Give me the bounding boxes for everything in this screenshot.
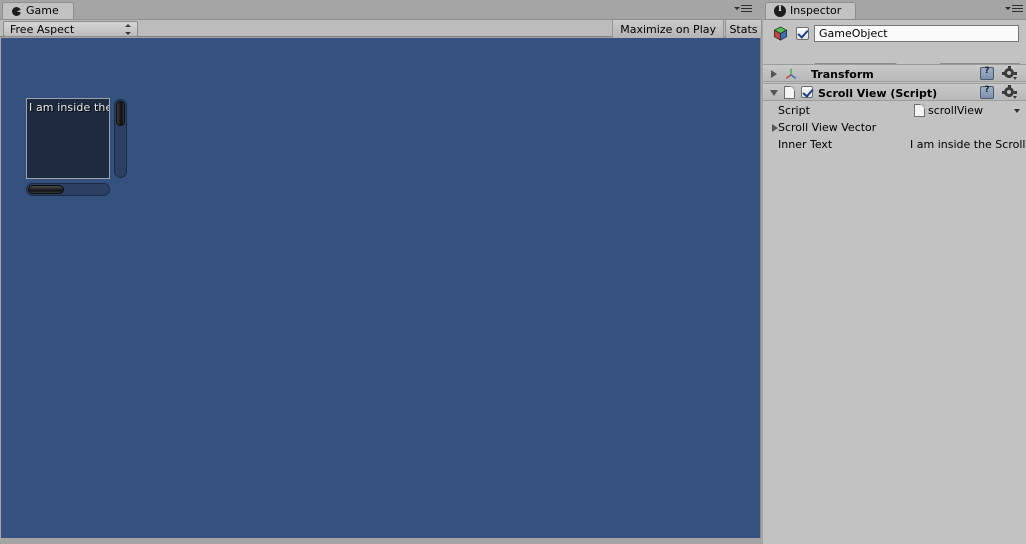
- game-icon: [11, 6, 22, 17]
- script-file-icon: [784, 86, 795, 99]
- game-toolbar: Free Aspect Maximize on Play Stats: [0, 19, 762, 38]
- script-file-icon: [914, 104, 925, 117]
- dropdown-caret-icon[interactable]: [1014, 109, 1020, 113]
- inspector-content: Tag Untagged Layer Default: [763, 19, 1026, 544]
- transform-axis-icon: [785, 68, 797, 79]
- stats-label: Stats: [729, 22, 758, 36]
- component-header-transform[interactable]: Transform: [763, 64, 1026, 82]
- gear-caret-icon: [1013, 77, 1017, 80]
- gear-caret-icon: [1013, 96, 1017, 99]
- panel-menu-caret-icon: [1005, 7, 1011, 10]
- transform-title: Transform: [811, 68, 874, 81]
- gear-icon[interactable]: [1002, 66, 1017, 80]
- tab-inspector[interactable]: Inspector: [765, 2, 857, 19]
- scroll-view-horizontal-scrollbar[interactable]: [26, 183, 110, 196]
- gear-icon[interactable]: [1002, 85, 1017, 99]
- stats-button[interactable]: Stats: [725, 20, 762, 38]
- unity-editor-window: Game Free Aspect Maximize on Play Stats: [0, 0, 1026, 544]
- gameobject-enabled-checkbox[interactable]: [796, 27, 809, 40]
- tab-game-label: Game: [26, 4, 59, 17]
- aspect-ratio-value: Free Aspect: [10, 22, 75, 36]
- gameobject-cube-icon: [773, 26, 788, 41]
- panel-menu-caret-icon: [734, 7, 740, 10]
- property-row-script[interactable]: Script scrollView: [763, 103, 1026, 119]
- property-row-inner-text[interactable]: Inner Text I am inside the ScrollV: [763, 137, 1026, 153]
- help-icon[interactable]: [980, 66, 994, 80]
- scroll-view-vertical-thumb[interactable]: [116, 101, 125, 126]
- scroll-view-horizontal-thumb[interactable]: [28, 185, 64, 194]
- scroll-view-inner-text: I am inside the: [29, 101, 110, 114]
- inner-text-label: Inner Text: [778, 138, 833, 151]
- help-icon[interactable]: [980, 85, 994, 99]
- maximize-on-play-label: Maximize on Play: [620, 22, 716, 36]
- script-property-value: scrollView: [928, 104, 984, 117]
- scrollview-enabled-checkbox[interactable]: [801, 86, 813, 98]
- game-panel-menu-icon[interactable]: [734, 4, 752, 16]
- tab-inspector-label: Inspector: [790, 4, 842, 17]
- property-row-scroll-view-vector[interactable]: Scroll View Vector: [763, 120, 1026, 136]
- game-panel: Game Free Aspect Maximize on Play Stats: [0, 0, 762, 544]
- gameobject-header-row: [763, 23, 1026, 44]
- maximize-on-play-button[interactable]: Maximize on Play: [612, 20, 724, 38]
- scrollview-title: Scroll View (Script): [818, 87, 938, 100]
- panel-menu-bars-icon: [1012, 5, 1023, 14]
- script-property-label: Script: [778, 104, 810, 117]
- chevron-updown-icon: [125, 24, 132, 35]
- game-viewport[interactable]: I am inside the: [1, 38, 761, 538]
- transform-foldout-icon[interactable]: [771, 70, 777, 78]
- info-icon: [774, 4, 786, 17]
- tab-game[interactable]: Game: [2, 2, 74, 19]
- inspector-tabstrip: Inspector: [763, 0, 1026, 19]
- inner-text-value: I am inside the ScrollV: [910, 138, 1026, 151]
- inspector-panel-menu-icon[interactable]: [1005, 4, 1023, 16]
- scroll-view-vector-label: Scroll View Vector: [778, 121, 877, 134]
- scroll-view-vertical-scrollbar[interactable]: [114, 99, 127, 178]
- scroll-view-content: I am inside the: [26, 98, 110, 179]
- panel-menu-bars-icon: [741, 5, 752, 14]
- scrollview-foldout-icon[interactable]: [770, 90, 778, 96]
- component-header-scroll-view[interactable]: Scroll View (Script): [763, 83, 1026, 101]
- gameobject-name-input[interactable]: [814, 25, 1019, 42]
- gui-scroll-view[interactable]: I am inside the: [26, 98, 127, 196]
- game-tabstrip: Game: [0, 0, 762, 19]
- aspect-ratio-dropdown[interactable]: Free Aspect: [3, 21, 138, 37]
- inspector-panel: Inspector Tag Unt: [763, 0, 1026, 544]
